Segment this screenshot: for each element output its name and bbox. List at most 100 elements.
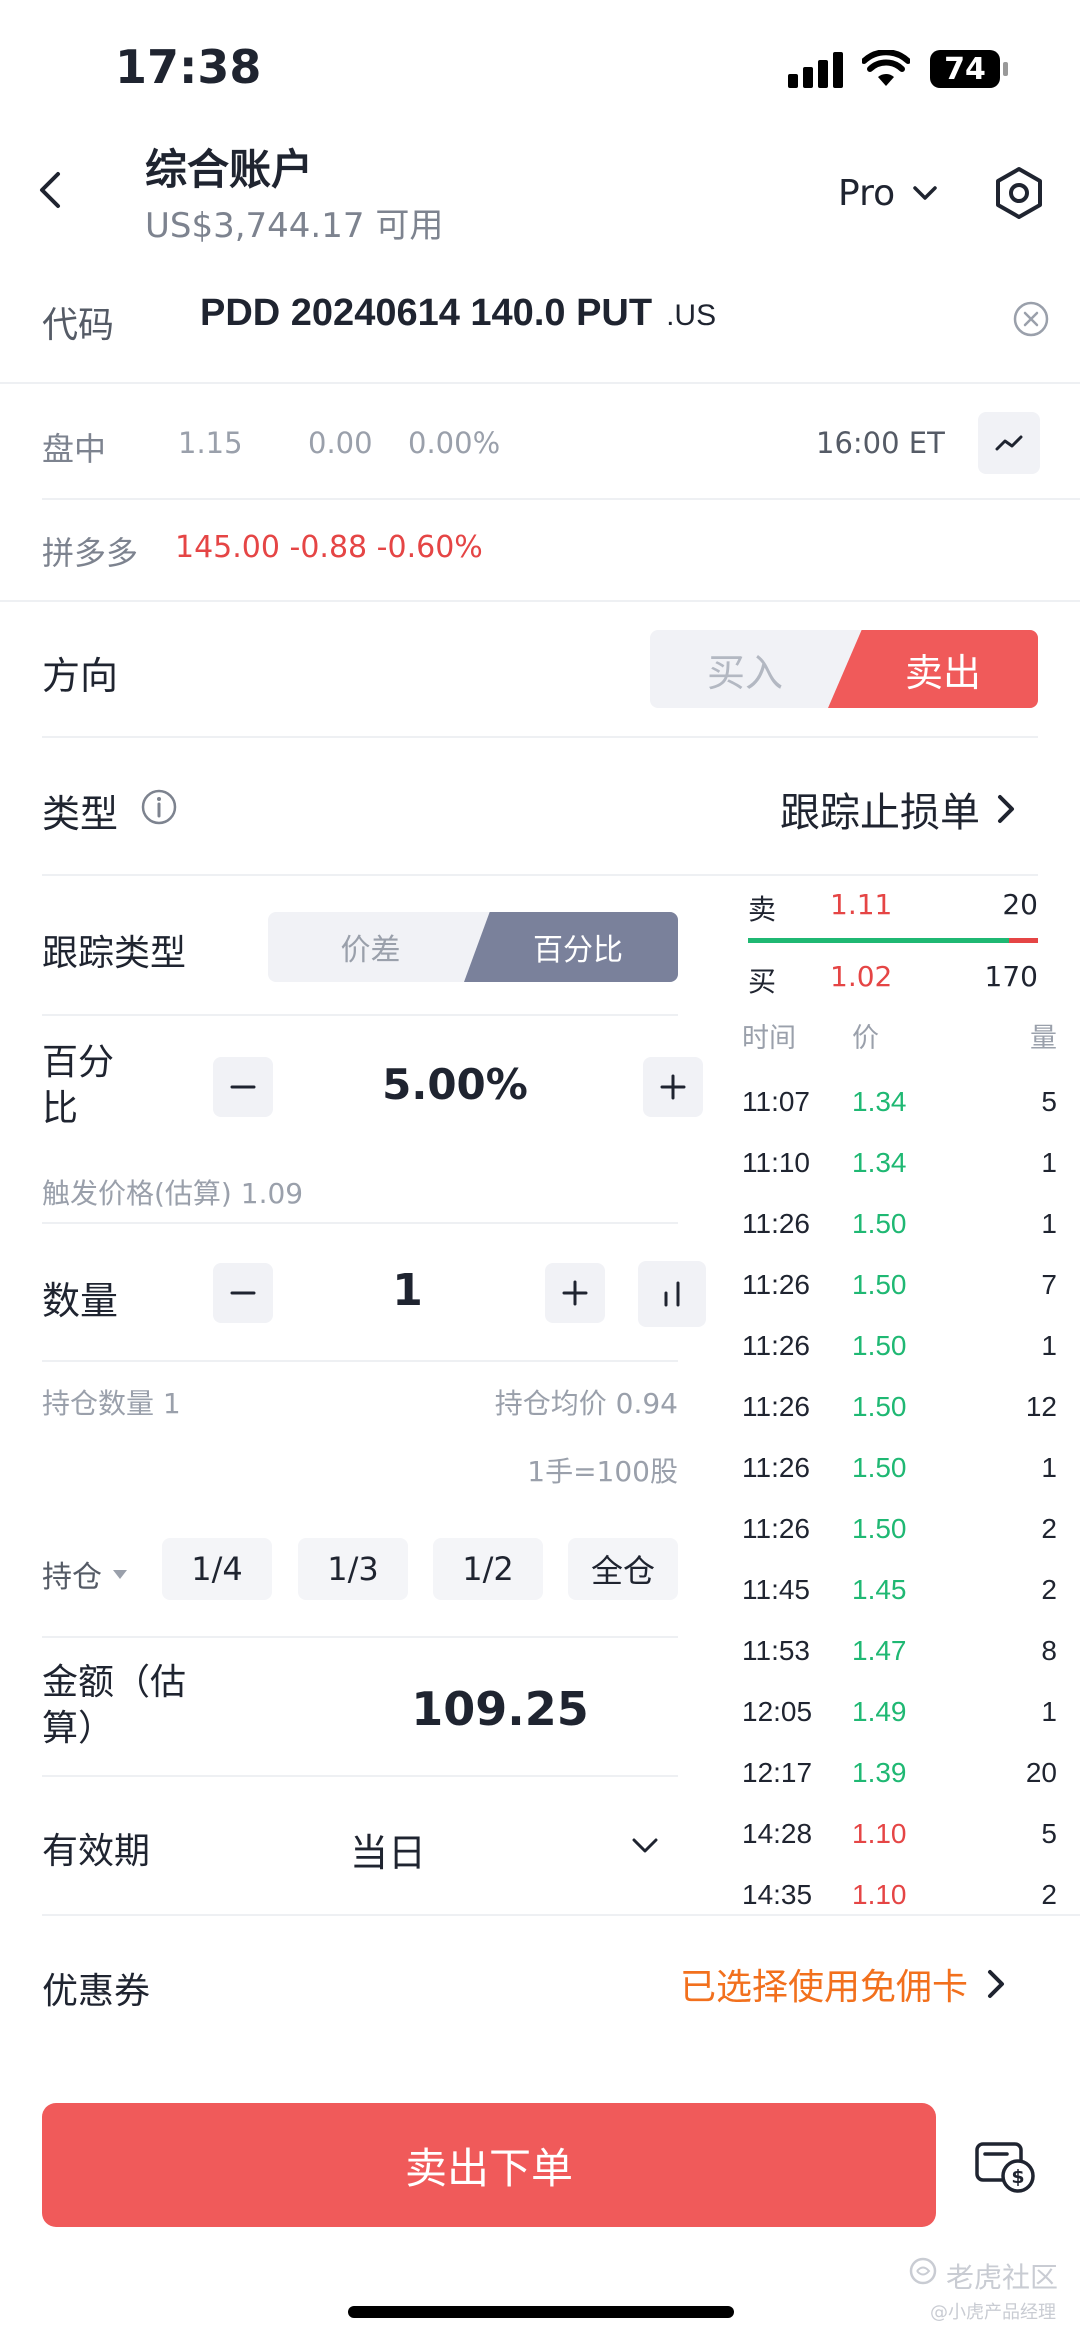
account-balance: US$3,744.17 可用 [145,206,444,246]
trade-price: 1.34 [852,1086,907,1117]
submit-sell-button[interactable]: 卖出下单 [42,2103,936,2227]
trade-time: 11:45 [742,1574,810,1605]
quantity-value[interactable]: 1 [290,1265,525,1316]
trades-header: 时间 价 量 [742,1016,1057,1056]
trade-row: 11:10 1.34 1 [742,1147,1057,1207]
percent-increment-button[interactable] [643,1057,703,1117]
position-label: 持仓 [42,1560,102,1595]
position-quarter-button[interactable]: 1/4 [162,1538,272,1600]
trade-row: 12:05 1.49 1 [742,1696,1057,1756]
trade-time: 11:26 [742,1330,810,1361]
tiger-logo-icon [909,2257,937,2285]
info-icon[interactable] [140,788,178,830]
trade-row: 11:45 1.45 2 [742,1574,1057,1634]
position-third-button[interactable]: 1/3 [298,1538,408,1600]
quantity-increment-button[interactable] [545,1263,605,1323]
position-selector[interactable]: 持仓 [42,1552,130,1596]
underlying-quote[interactable]: 145.00 -0.88 -0.60% [175,530,483,565]
watermark: 老虎社区 @小虎产品经理 [908,2254,1068,2324]
amount-label: 金额（估 算） [42,1660,186,1752]
trades-header-qty: 量 [1030,1023,1057,1054]
trail-type-toggle[interactable]: 价差 百分比 [268,912,678,982]
trade-row: 11:26 1.50 1 [742,1208,1057,1268]
bars-icon [664,1281,680,1307]
chart-button[interactable] [978,412,1040,474]
holding-quantity: 持仓数量 1 [42,1387,181,1420]
trade-qty: 1 [1041,1208,1057,1239]
trade-time: 11:26 [742,1208,810,1239]
symbol-market: .US [666,299,717,332]
sell-option[interactable]: 卖出 [828,630,1038,708]
lot-size: 1手=100股 [527,1455,678,1488]
plus-icon [562,1280,588,1306]
ask-label: 卖 [748,893,777,926]
order-type-selector[interactable]: 跟踪止损单 [780,780,1020,838]
coupon-label: 优惠券 [42,1971,151,2012]
direction-toggle[interactable]: 买入 卖出 [650,630,1038,708]
quote-time: 16:00 ET [816,426,945,460]
trade-row: 11:53 1.47 8 [742,1635,1057,1695]
chevron-right-icon [988,1970,1005,1998]
trade-qty: 12 [1025,1391,1057,1422]
trade-time: 11:53 [742,1635,810,1666]
pro-mode-label: Pro [838,172,896,214]
trade-price: 1.50 [852,1208,907,1239]
battery-icon: 74 [930,50,1000,88]
price-change: 0.00 [308,426,373,460]
trail-percent-option[interactable]: 百分比 [464,912,678,982]
trade-time: 12:05 [742,1696,813,1727]
position-all-button[interactable]: 全仓 [568,1538,678,1600]
trail-spread-option[interactable]: 价差 [268,912,473,982]
trade-qty: 5 [1041,1086,1057,1117]
order-type-label: 类型 [42,792,119,836]
trade-price: 1.50 [852,1391,907,1422]
buy-option[interactable]: 买入 [650,630,840,708]
trigger-price: 触发价格(估算) 1.09 [42,1177,304,1210]
validity-value: 当日 [350,1831,427,1875]
validity-selector[interactable]: 当日 [350,1816,670,1875]
settings-icon[interactable] [994,166,1044,224]
bid-ask-bar [748,938,1038,943]
trade-price: 1.10 [852,1818,907,1849]
pro-mode-selector[interactable]: Pro [838,168,941,218]
percent-value[interactable]: 5.00% [290,1060,620,1109]
trade-qty: 2 [1041,1879,1057,1910]
trade-qty: 1 [1041,1452,1057,1483]
percent-decrement-button[interactable] [213,1057,273,1117]
trade-time: 11:26 [742,1391,810,1422]
trade-price: 1.39 [852,1757,907,1788]
trail-type-label: 跟踪类型 [42,933,187,974]
trade-qty: 1 [1041,1696,1057,1727]
submit-sell-label: 卖出下单 [404,2143,573,2193]
chevron-left-icon [40,172,60,208]
trade-qty: 8 [1041,1635,1057,1666]
chevron-down-icon [913,186,937,200]
watermark-author: @小虎产品经理 [930,2302,1056,2323]
trade-time: 14:35 [742,1879,813,1910]
trade-price: 1.50 [852,1452,907,1483]
max-quantity-button[interactable] [638,1261,706,1327]
battery-level: 74 [944,51,986,87]
cost-calculator-icon[interactable]: $ [974,2138,1036,2198]
minus-icon [230,1291,256,1295]
back-button[interactable] [30,160,80,220]
trade-price: 1.50 [852,1513,907,1544]
clear-icon[interactable] [1012,300,1050,342]
quantity-decrement-button[interactable] [213,1263,273,1323]
coupon-selector[interactable]: 已选择使用免佣卡 [680,1958,1010,2010]
caret-down-icon [113,1570,127,1579]
trade-price: 1.49 [852,1696,907,1727]
account-title[interactable]: 综合账户 [145,136,313,197]
signal-icon [788,52,846,92]
buy-label: 买入 [706,650,783,695]
plus-icon [660,1074,686,1100]
price-change-pct: 0.00% [408,426,501,460]
trade-price: 1.50 [852,1330,907,1361]
bid-qty: 170 [984,960,1038,993]
trade-row: 11:26 1.50 1 [742,1452,1057,1512]
position-half-button[interactable]: 1/2 [433,1538,543,1600]
trade-qty: 20 [1025,1757,1057,1788]
symbol-input[interactable]: PDD 20240614 140.0 PUT .US [200,292,716,335]
trade-row: 11:26 1.50 12 [742,1391,1057,1451]
trade-time: 11:26 [742,1269,810,1300]
